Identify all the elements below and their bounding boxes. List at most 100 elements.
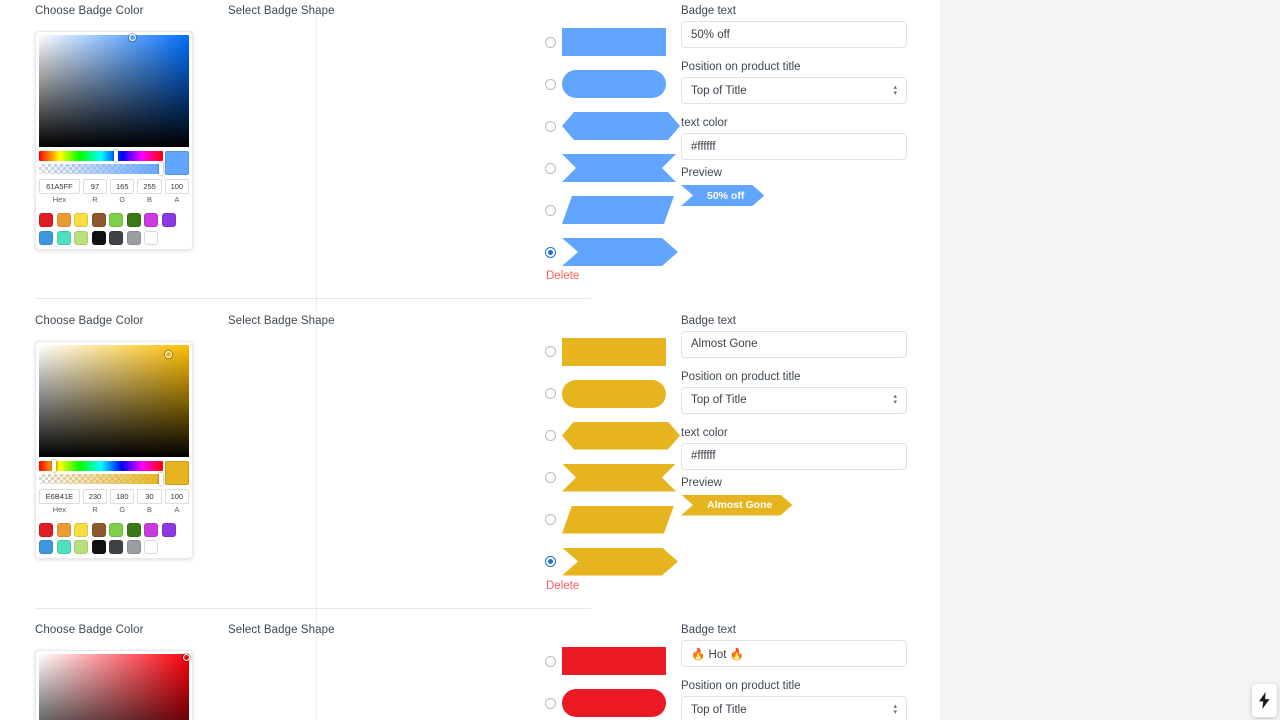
red-input-label: R [92,504,98,514]
text-color-input[interactable] [681,442,907,470]
lightning-bolt-widget[interactable] [1252,684,1277,717]
blue-input[interactable] [137,488,162,504]
swatch-c93ae0[interactable] [144,213,158,227]
position-select[interactable]: Top of Title ▴ ▾ [681,386,907,414]
swatch-9a9da1[interactable] [126,540,141,554]
green-input[interactable] [110,488,135,504]
shape-radio-rectangle[interactable] [545,36,556,48]
shape-radio-rectangle[interactable] [545,346,556,357]
text-color-input[interactable] [681,133,907,160]
saturation-value-area[interactable] [39,653,190,720]
swatch-b9e07e[interactable] [74,540,88,554]
swatch-3a7a16[interactable] [126,522,141,537]
shape-option-rectangle[interactable] [545,28,666,56]
swatch-f5dd42[interactable] [74,522,88,537]
sv-handle[interactable] [128,33,136,41]
swatch-b9e07e[interactable] [74,230,88,245]
sliders [39,150,163,175]
hex-input[interactable] [39,179,80,194]
badge-text-input[interactable] [681,21,907,48]
shape-radio-ribbon[interactable] [545,472,556,483]
alpha-input[interactable] [164,179,189,194]
shape-option-hexagon[interactable] [545,112,680,140]
shape-radio-hexagon[interactable] [545,120,556,132]
saturation-value-area[interactable] [39,344,189,457]
hue-slider-handle[interactable] [51,459,56,472]
alpha-slider-handle[interactable] [159,163,163,175]
shape-radio-parallelogram[interactable] [545,514,556,525]
shape-option-arrow[interactable] [545,548,678,576]
alpha-input[interactable] [164,488,189,504]
badge-text-input[interactable] [681,640,907,667]
swatch-ffffff[interactable] [144,540,158,554]
swatch-9a9da1[interactable] [126,230,141,245]
shape-preview-rectangle [562,647,666,675]
swatch-3f4247[interactable] [109,540,123,554]
swatch-111111[interactable] [91,540,106,554]
badge-block-1: Choose Badge Color Select Badge Shape Hex R… [0,0,907,309]
red-input[interactable] [82,179,108,194]
position-select-value: Top of Title [691,703,747,716]
shape-radio-pill[interactable] [545,78,556,90]
hex-input[interactable] [39,488,80,504]
swatch-8a3ae0[interactable] [161,522,176,537]
shape-radio-arrow[interactable] [545,556,556,567]
position-select[interactable]: Top of Title ▴ ▾ [681,77,907,104]
hue-slider[interactable] [39,459,163,472]
red-input[interactable] [82,488,108,504]
alpha-slider[interactable] [39,472,163,485]
shape-option-pill[interactable] [545,379,666,408]
swatch-8a5a2b[interactable] [91,213,106,227]
swatch-ffffff[interactable] [144,230,158,245]
swatch-8a3ae0[interactable] [161,213,176,227]
badge-text-input[interactable] [681,330,907,358]
green-input[interactable] [110,179,135,194]
swatch-7ed04a[interactable] [109,213,123,227]
swatch-3f96e0[interactable] [39,540,53,554]
badge-block-inner: Choose Badge Color Select Badge Shape Hex R… [0,0,907,309]
shape-option-rectangle[interactable] [545,647,666,675]
shape-option-arrow[interactable] [545,238,678,266]
swatch-3a7a16[interactable] [126,213,141,227]
position-select[interactable]: Top of Title ▴ ▾ [681,696,907,720]
blue-input[interactable] [137,179,162,194]
shape-option-parallelogram[interactable] [545,506,674,534]
swatch-e01b24[interactable] [39,213,53,227]
swatch-8a5a2b[interactable] [91,522,106,537]
shape-option-rectangle[interactable] [545,337,666,366]
swatch-4fe0c0[interactable] [56,230,71,245]
swatch-111111[interactable] [91,230,106,245]
saturation-value-area[interactable] [39,33,189,147]
sv-handle[interactable] [182,653,190,661]
swatch-c93ae0[interactable] [144,522,158,537]
shape-radio-rectangle[interactable] [545,655,556,667]
swatch-eb9b34[interactable] [56,213,71,227]
shape-option-hexagon[interactable] [545,422,680,450]
alpha-slider-handle[interactable] [159,472,163,485]
shape-radio-pill[interactable] [545,697,556,709]
swatch-eb9b34[interactable] [56,522,71,537]
delete-badge-link[interactable]: Delete [546,580,579,592]
sv-handle[interactable] [164,351,172,359]
alpha-slider[interactable] [39,163,163,175]
swatch-palette [39,522,189,554]
swatch-3f96e0[interactable] [39,230,53,245]
swatch-e01b24[interactable] [39,522,53,537]
shape-option-parallelogram[interactable] [545,196,674,224]
shape-radio-arrow[interactable] [545,246,556,258]
swatch-3f4247[interactable] [109,230,123,245]
hue-slider-handle[interactable] [113,150,118,162]
shape-option-pill[interactable] [545,70,666,98]
swatch-7ed04a[interactable] [109,522,123,537]
shape-option-ribbon[interactable] [545,154,676,182]
shape-radio-parallelogram[interactable] [545,204,556,216]
shape-option-ribbon[interactable] [545,464,676,492]
shape-radio-pill[interactable] [545,388,556,399]
shape-option-pill[interactable] [545,689,666,717]
hue-slider[interactable] [39,150,163,162]
swatch-4fe0c0[interactable] [56,540,71,554]
shape-radio-hexagon[interactable] [545,430,556,441]
shape-radio-ribbon[interactable] [545,162,556,174]
swatch-f5dd42[interactable] [74,213,88,227]
delete-badge-link[interactable]: Delete [546,270,579,282]
